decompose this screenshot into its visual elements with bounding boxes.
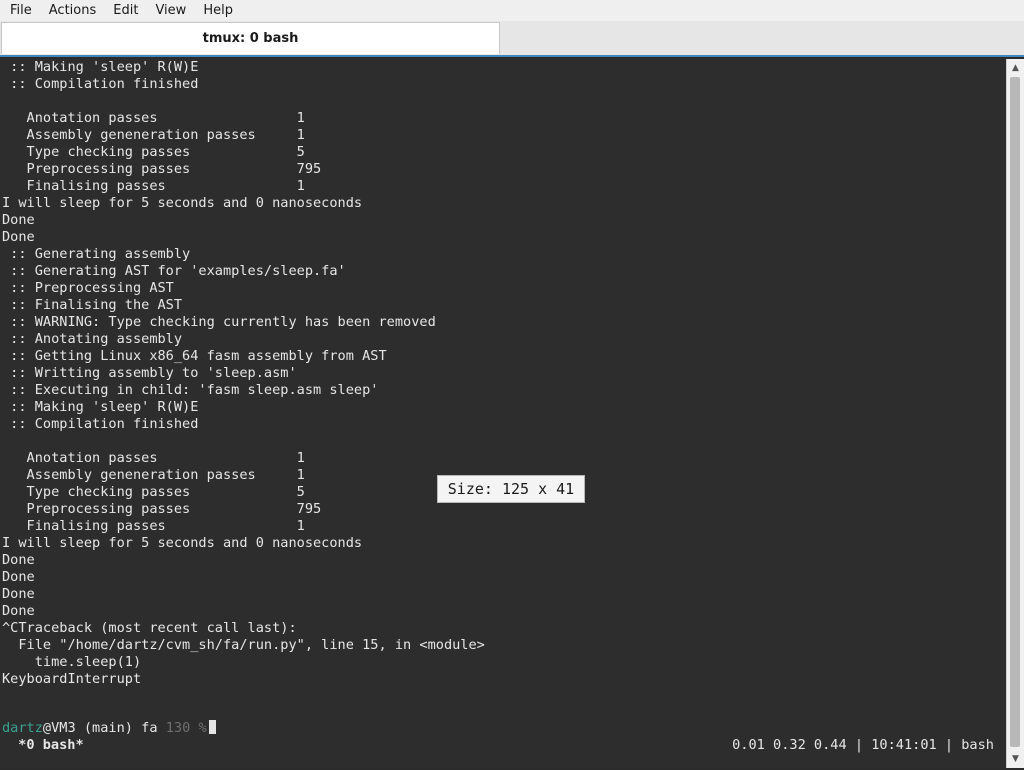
tab-tmux-bash[interactable]: tmux: 0 bash xyxy=(1,22,500,54)
prompt-at: @ xyxy=(42,720,52,736)
terminal-line: Assembly geneneration passes 1 xyxy=(2,127,305,143)
terminal-line: Done xyxy=(2,229,35,245)
terminal-line: Preprocessing passes 795 xyxy=(2,161,322,177)
terminal-frame: :: Making 'sleep' R(W)E :: Compilation f… xyxy=(0,55,1024,770)
terminal-line: Done xyxy=(2,552,35,568)
tmux-status-right: 0.01 0.32 0.44 | 10:41:01 | bash xyxy=(732,737,994,753)
tmux-status-bar: *0 bash* 0.01 0.32 0.44 | 10:41:01 | bas… xyxy=(0,737,1006,754)
terminal-line: time.sleep(1) xyxy=(2,654,142,670)
terminal-line: Anotation passes 1 xyxy=(2,450,305,466)
terminal-line: :: Anotating assembly xyxy=(2,331,183,347)
prompt-user: dartz xyxy=(2,720,43,736)
prompt-exit-status: 130 % xyxy=(165,720,207,736)
terminal-line: ^CTraceback (most recent call last): xyxy=(2,620,297,636)
prompt-branch: (main) fa xyxy=(75,720,166,736)
terminal-line: Done xyxy=(2,586,35,602)
terminal-line: :: Generating AST for 'examples/sleep.fa… xyxy=(2,263,346,279)
tmux-window-label[interactable]: *0 bash* xyxy=(10,737,84,754)
terminal-line: :: Making 'sleep' R(W)E xyxy=(2,59,199,75)
terminal-line: Finalising passes 1 xyxy=(2,518,305,534)
terminal-line: Finalising passes 1 xyxy=(2,178,305,194)
terminal-line: KeyboardInterrupt xyxy=(2,671,142,687)
scroll-down-icon[interactable]: ▼ xyxy=(1007,752,1024,766)
terminal-line: :: Compilation finished xyxy=(2,76,199,92)
terminal-line: :: Compilation finished xyxy=(2,416,199,432)
menu-help[interactable]: Help xyxy=(193,0,240,21)
terminal-line: Done xyxy=(2,603,35,619)
terminal-line: :: Finalising the AST xyxy=(2,297,183,313)
terminal-line: :: Writting assembly to 'sleep.asm' xyxy=(2,365,297,381)
terminal-line: :: Preprocessing AST xyxy=(2,280,174,296)
menu-view[interactable]: View xyxy=(145,0,193,21)
menu-actions[interactable]: Actions xyxy=(39,0,104,21)
terminal-line: I will sleep for 5 seconds and 0 nanosec… xyxy=(2,195,363,211)
terminal-view[interactable]: :: Making 'sleep' R(W)E :: Compilation f… xyxy=(0,59,1006,768)
terminal-line: File "/home/dartz/cvm_sh/fa/run.py", lin… xyxy=(2,637,485,653)
vertical-scrollbar[interactable]: ▲ ▼ xyxy=(1006,59,1024,768)
terminal-line: :: Getting Linux x86_64 fasm assembly fr… xyxy=(2,348,387,364)
terminal-line: :: Executing in child: 'fasm sleep.asm s… xyxy=(2,382,379,398)
terminal-line: Preprocessing passes 795 xyxy=(2,501,322,517)
menu-bar: File Actions Edit View Help xyxy=(0,0,1024,22)
terminal-line: :: WARNING: Type checking currently has … xyxy=(2,314,436,330)
terminal-line: :: Making 'sleep' R(W)E xyxy=(2,399,199,415)
terminal-line: Done xyxy=(2,569,35,585)
terminal-output: :: Making 'sleep' R(W)E :: Compilation f… xyxy=(2,59,1006,688)
terminal-line: Type checking passes 5 xyxy=(2,144,305,160)
scroll-thumb[interactable] xyxy=(1010,77,1020,747)
scroll-up-icon[interactable]: ▲ xyxy=(1007,61,1024,75)
text-cursor xyxy=(208,720,216,734)
prompt-host: VM3 xyxy=(51,720,76,736)
terminal-line: :: Generating assembly xyxy=(2,246,191,262)
terminal-line: Anotation passes 1 xyxy=(2,110,305,126)
shell-prompt[interactable]: dartz@VM3 (main) fa 130 % xyxy=(2,720,216,737)
menu-edit[interactable]: Edit xyxy=(103,0,145,21)
terminal-line: Done xyxy=(2,212,35,228)
terminal-line: I will sleep for 5 seconds and 0 nanosec… xyxy=(2,535,363,551)
tab-bar: tmux: 0 bash xyxy=(0,21,1024,56)
size-tooltip: Size: 125 x 41 xyxy=(437,475,585,503)
menu-file[interactable]: File xyxy=(0,0,39,21)
